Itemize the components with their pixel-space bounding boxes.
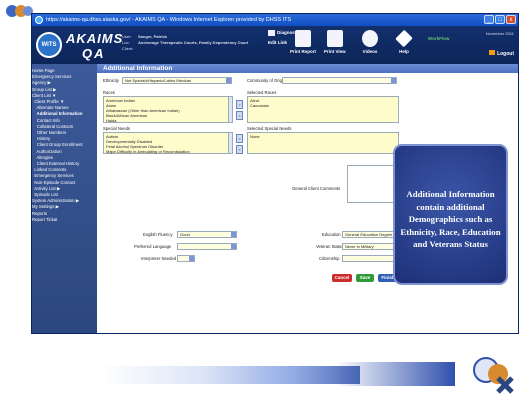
selected-needs-list[interactable]: None [247,132,399,154]
selected-races-label: Selected Races [247,90,277,95]
user-value: Sanger, Patrick [138,34,167,39]
save-button[interactable]: Save [356,274,374,282]
diagnostics-icon [268,30,275,36]
general-comments-label: General Client Comments [292,186,341,191]
wits-logo-icon [6,5,33,17]
app-header: WITS AKAIMS QA User: Sanger, Patrick Loc:… [32,26,518,64]
callout-text: Additional Information contain additiona… [400,189,501,249]
footer-gradient-bar-dark [335,362,455,386]
cancel-button[interactable]: Cancel [332,274,352,282]
add-race-button[interactable]: > [236,100,243,109]
client-label: Client: [122,46,134,51]
ethnicity-select[interactable]: Not Spanish/Hispanic/Latino Mexican [122,77,232,84]
interpreter-label: Interpreter Needed [141,256,177,261]
add-need-button[interactable]: > [236,134,243,143]
preferred-language-label: Preferred Language [134,244,172,249]
partner-logo: WorkFlow [428,36,450,41]
edit-link-label: Edit Link [268,40,287,45]
footer-gradient-bar [100,366,360,384]
user-info: User: Sanger, Patrick Loc: Anchorage Thera… [122,34,248,52]
english-fluency-select[interactable]: Good [177,231,237,238]
community-select[interactable] [282,77,397,84]
nav-item[interactable]: Report Tickat [32,217,97,223]
selected-needs-label: Selected Special Needs [247,126,292,131]
citizenship-label: Citizenship [319,256,340,261]
remove-need-button[interactable]: < [236,145,243,154]
print-view-button[interactable]: Print View [324,30,346,54]
education-label: Education [322,232,341,237]
close-button[interactable]: x [506,15,516,24]
wits-corner-logo-icon [473,357,514,394]
selected-need-option[interactable]: None [250,134,396,139]
loc-value: Anchorage Therapeutic Courts, Family Dep… [138,40,249,45]
logout-button[interactable]: Logout [489,50,514,57]
races-list[interactable]: American Indian Asian Athabascan (Other th… [103,96,233,123]
sidebar-nav: Home Page Emergency Services Agency ▶ Group… [32,64,97,333]
community-label: Community of Origin [247,78,286,83]
preferred-language-select[interactable] [177,243,237,250]
ie-icon [35,16,43,24]
maximize-button[interactable]: □ [495,15,505,24]
help-icon [395,29,413,48]
page-title: Additional Information [97,64,518,73]
selected-race-option[interactable]: Caucasian [250,103,396,108]
callout-box: Additional Information contain additiona… [393,144,508,285]
ethnicity-label: Ethnicity [103,78,119,83]
print-report-button[interactable]: Print Report [290,30,316,54]
video-camera-icon [362,30,378,47]
special-need-option[interactable]: Major Difficulty in Ambulating or Recomb… [106,149,230,154]
veteran-label: Veteran Status [316,244,344,249]
header-date: November 2011 [485,31,514,36]
brand-env: QA [82,46,106,61]
special-needs-list[interactable]: Autism Developmentally Disabled Fetal Alco… [103,132,233,154]
brand-name: AKAIMS [66,31,124,46]
document-icon [326,30,343,47]
remove-race-button[interactable]: < [236,111,243,120]
selected-races-list[interactable]: Aleut Caucasian [247,96,399,123]
edit-link-button[interactable]: Edit Link [268,40,287,45]
special-needs-label: Special Needs [103,126,131,131]
window-title: https://akaims-qa.dhss.alaska.gov/ - AKA… [46,17,292,23]
races-label: Races [103,90,115,95]
english-fluency-label: English Fluency [143,232,173,237]
races-scrollbar[interactable] [228,96,233,123]
interpreter-select[interactable] [177,255,195,262]
window-titlebar: https://akaims-qa.dhss.alaska.gov/ - AKA… [32,14,518,26]
minimize-button[interactable]: _ [484,15,494,24]
slide: https://akaims-qa.dhss.alaska.gov/ - AKA… [0,0,529,396]
race-option[interactable]: Haida [106,118,230,123]
logout-icon [489,50,496,55]
printer-icon [295,30,311,47]
wits-badge: WITS [36,32,62,58]
help-button[interactable]: Help [395,29,413,54]
videos-button[interactable]: Videos [362,30,378,54]
special-needs-scrollbar[interactable] [228,132,233,154]
